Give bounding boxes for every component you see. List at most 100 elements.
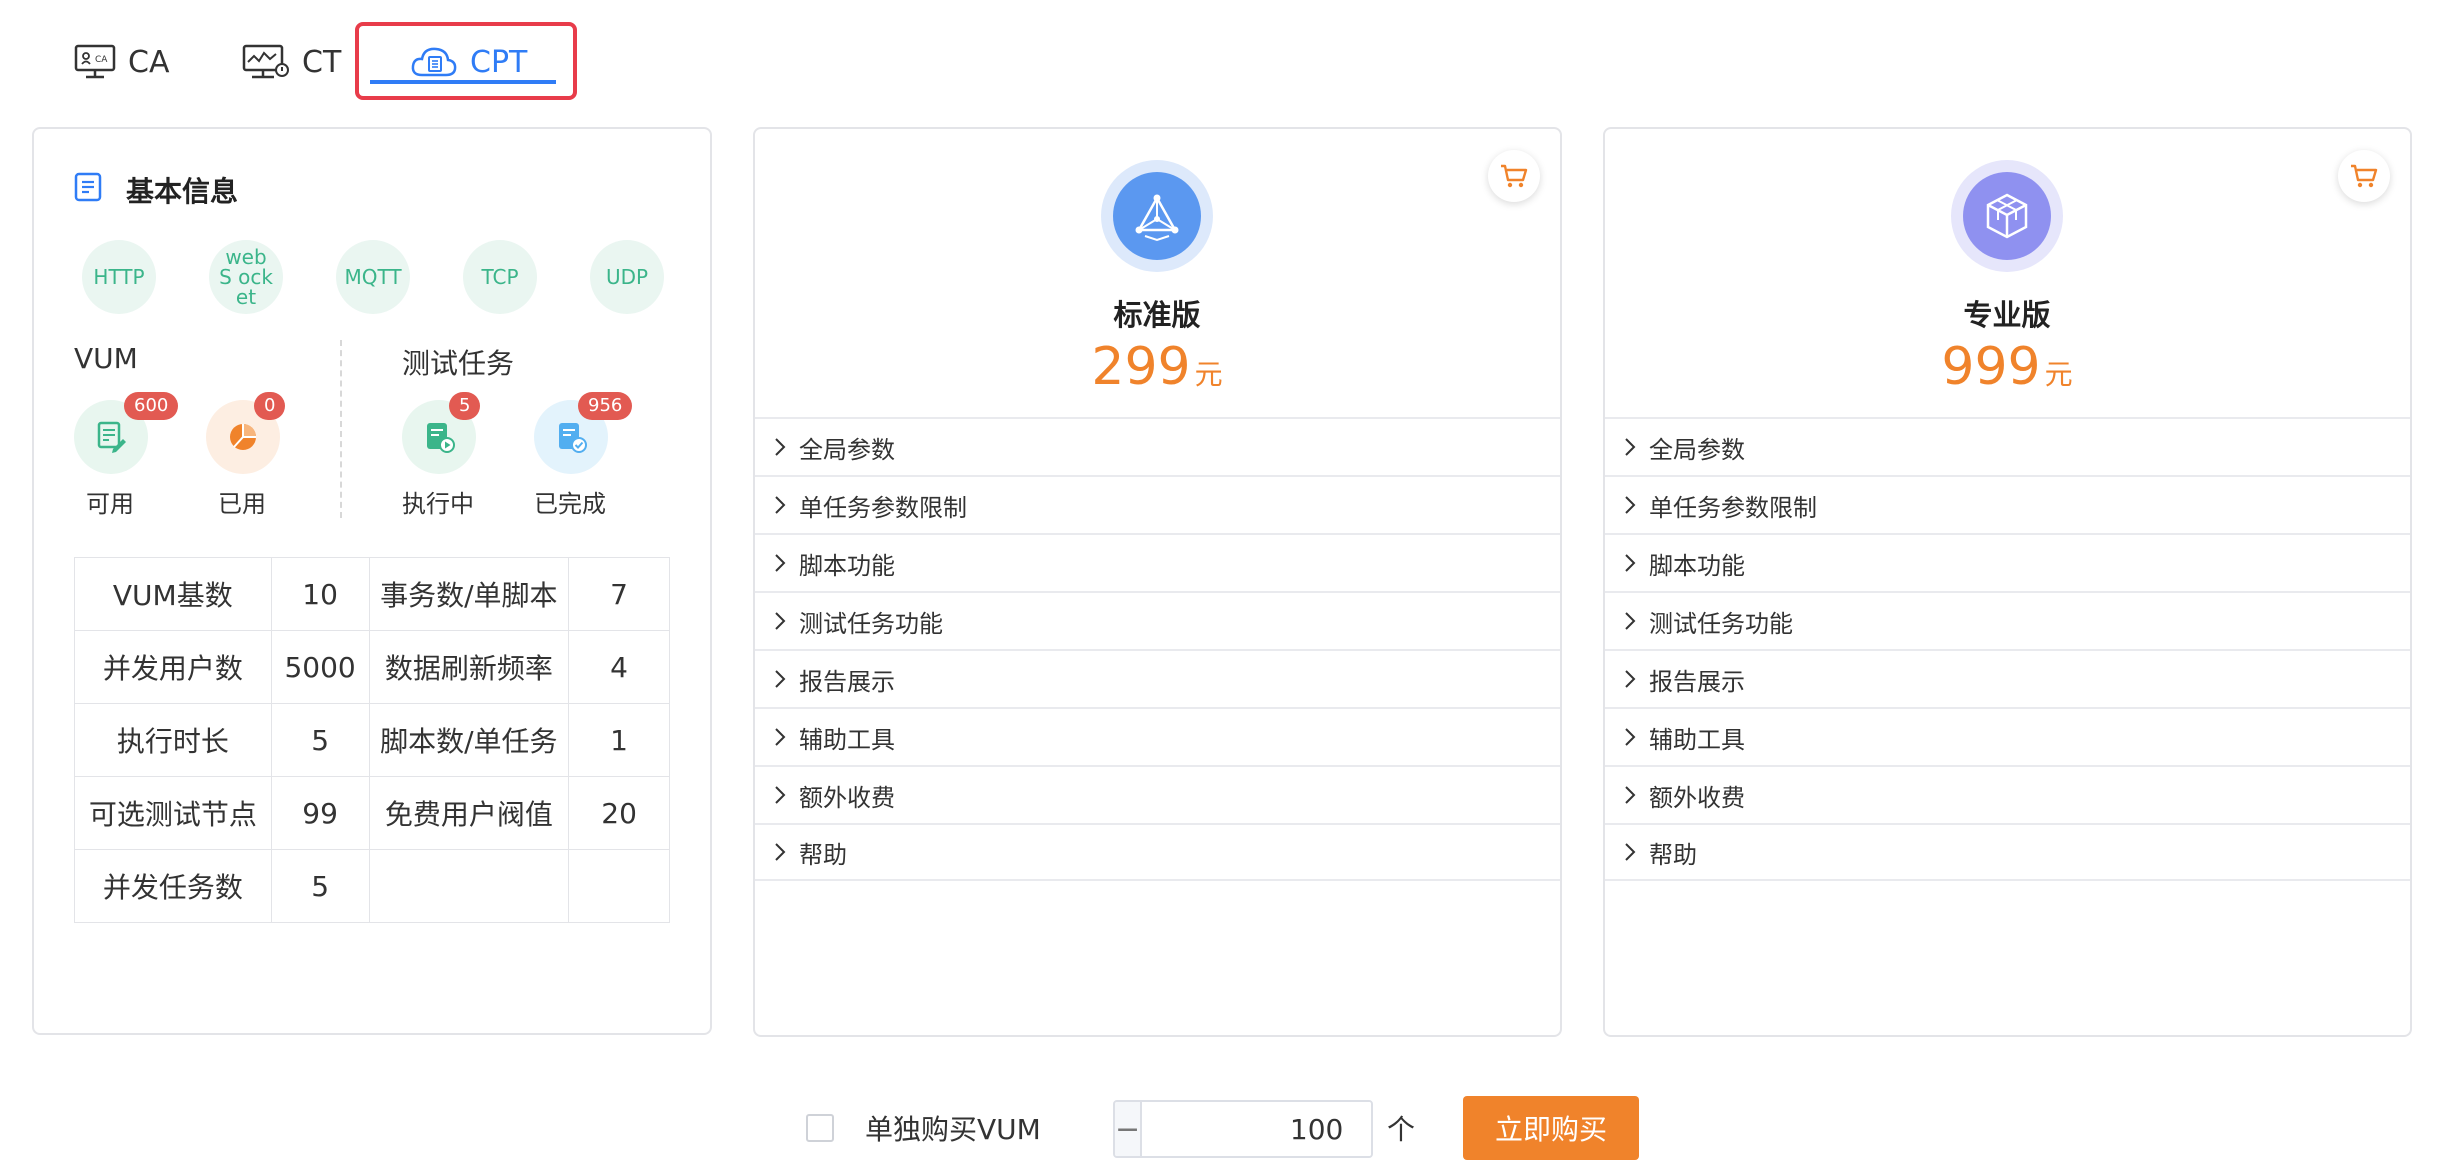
professional-plan-name: 专业版: [1963, 298, 2051, 332]
feature-label: 额外收费: [1649, 783, 1745, 812]
professional-feature-list: 全局参数 单任务参数限制 脚本功能 测试任务功能 报告展示 辅助工具 额外收费 …: [1605, 417, 2410, 881]
feature-item[interactable]: 辅助工具: [755, 707, 1560, 765]
table-cell: VUM基数: [74, 557, 272, 631]
monitor-ca-icon: CA: [74, 44, 116, 79]
tab-ca[interactable]: CA CA: [74, 22, 169, 102]
chevron-right-icon: [1625, 786, 1636, 804]
table-cell: 10: [270, 557, 370, 631]
add-to-cart-standard-button[interactable]: [1488, 150, 1540, 202]
vum-available-badge: 600: [124, 392, 179, 420]
table-cell: [368, 849, 570, 923]
table-row: VUM基数 10 事务数/单脚本 7: [74, 557, 670, 631]
feature-label: 报告展示: [799, 667, 895, 696]
table-cell: 并发用户数: [74, 630, 272, 704]
triangle-network-icon: [1135, 194, 1179, 242]
table-cell: 99: [270, 776, 370, 850]
table-row: 执行时长 5 脚本数/单任务 1: [74, 703, 670, 777]
feature-item[interactable]: 额外收费: [755, 765, 1560, 823]
basic-info-title: 基本信息: [126, 175, 239, 208]
chevron-right-icon: [775, 496, 786, 514]
feature-label: 单任务参数限制: [1649, 493, 1817, 522]
server-edit-icon: [97, 421, 126, 453]
protocol-tcp: TCP: [463, 240, 537, 314]
feature-label: 辅助工具: [1649, 725, 1745, 754]
feature-label: 帮助: [1649, 840, 1697, 869]
document-play-icon: [427, 423, 455, 453]
feature-item[interactable]: 辅助工具: [1605, 707, 2410, 765]
table-cell: 脚本数/单任务: [368, 703, 570, 777]
document-check-icon: [559, 423, 587, 453]
protocol-mqtt: MQTT: [336, 240, 410, 314]
cart-icon: [2351, 164, 2378, 188]
feature-item[interactable]: 单任务参数限制: [755, 475, 1560, 533]
buy-vum-separately-checkbox[interactable]: [806, 1114, 834, 1142]
buy-vum-separately-label: 单独购买VUM: [865, 1113, 1041, 1146]
pie-chart-icon: [230, 424, 256, 450]
tab-ct[interactable]: CT: [242, 22, 341, 102]
chevron-right-icon: [775, 554, 786, 572]
cart-icon: [1501, 164, 1528, 188]
chevron-right-icon: [1625, 438, 1636, 456]
vum-heading: VUM: [74, 342, 138, 375]
feature-label: 单任务参数限制: [799, 493, 967, 522]
chevron-right-icon: [1625, 554, 1636, 572]
feature-item[interactable]: 帮助: [755, 823, 1560, 881]
standard-plan-name: 标准版: [1113, 298, 1201, 332]
protocol-http: HTTP: [82, 240, 156, 314]
protocol-websocket: webS ocket: [209, 240, 283, 314]
feature-item[interactable]: 单任务参数限制: [1605, 475, 2410, 533]
feature-item[interactable]: 脚本功能: [755, 533, 1560, 591]
table-cell: 事务数/单脚本: [368, 557, 570, 631]
feature-label: 测试任务功能: [799, 609, 943, 638]
feature-item[interactable]: 报告展示: [1605, 649, 2410, 707]
feature-label: 脚本功能: [1649, 551, 1745, 580]
table-cell: 免费用户阀值: [368, 776, 570, 850]
chevron-right-icon: [1625, 670, 1636, 688]
table-cell: 并发任务数: [74, 849, 272, 923]
feature-item[interactable]: 报告展示: [755, 649, 1560, 707]
document-list-icon: [74, 172, 102, 202]
feature-label: 辅助工具: [799, 725, 895, 754]
table-cell: 5: [270, 703, 370, 777]
decrement-button[interactable]: −: [1115, 1102, 1141, 1156]
table-cell: 7: [568, 557, 670, 631]
feature-item[interactable]: 脚本功能: [1605, 533, 2410, 591]
chevron-right-icon: [775, 438, 786, 456]
svg-text:CA: CA: [95, 55, 108, 65]
quantity-unit-label: 个: [1387, 1113, 1416, 1146]
feature-item[interactable]: 全局参数: [1605, 417, 2410, 475]
table-row: 并发任务数 5: [74, 849, 670, 923]
feature-label: 脚本功能: [799, 551, 895, 580]
table-row: 可选测试节点 99 免费用户阀值 20: [74, 776, 670, 850]
professional-plan-badge: [1951, 160, 2063, 272]
feature-item[interactable]: 全局参数: [755, 417, 1560, 475]
chevron-right-icon: [775, 843, 786, 861]
feature-item[interactable]: 帮助: [1605, 823, 2410, 881]
table-cell: 执行时长: [74, 703, 272, 777]
table-cell: 1: [568, 703, 670, 777]
price-unit: 元: [2044, 358, 2073, 391]
chevron-right-icon: [775, 612, 786, 630]
add-to-cart-professional-button[interactable]: [2338, 150, 2390, 202]
buy-now-button[interactable]: 立即购买: [1463, 1096, 1639, 1160]
vum-used-label: 已用: [218, 490, 266, 518]
task-done-badge: 956: [578, 392, 633, 420]
feature-item[interactable]: 测试任务功能: [755, 591, 1560, 649]
table-cell: 5: [270, 849, 370, 923]
feature-label: 额外收费: [799, 783, 895, 812]
chevron-right-icon: [1625, 843, 1636, 861]
quantity-input[interactable]: [1140, 1102, 1371, 1156]
feature-label: 全局参数: [1649, 435, 1745, 464]
section-divider: [340, 340, 342, 518]
professional-plan-price: 999 元: [1857, 337, 2157, 397]
table-cell: 20: [568, 776, 670, 850]
task-running-label: 执行中: [402, 490, 474, 518]
feature-item[interactable]: 额外收费: [1605, 765, 2410, 823]
protocol-udp: UDP: [590, 240, 664, 314]
quantity-stepper: − +: [1113, 1100, 1373, 1158]
standard-plan-badge: [1101, 160, 1213, 272]
chevron-right-icon: [1625, 612, 1636, 630]
price-value: 299: [1091, 337, 1191, 397]
chevron-right-icon: [775, 728, 786, 746]
feature-item[interactable]: 测试任务功能: [1605, 591, 2410, 649]
